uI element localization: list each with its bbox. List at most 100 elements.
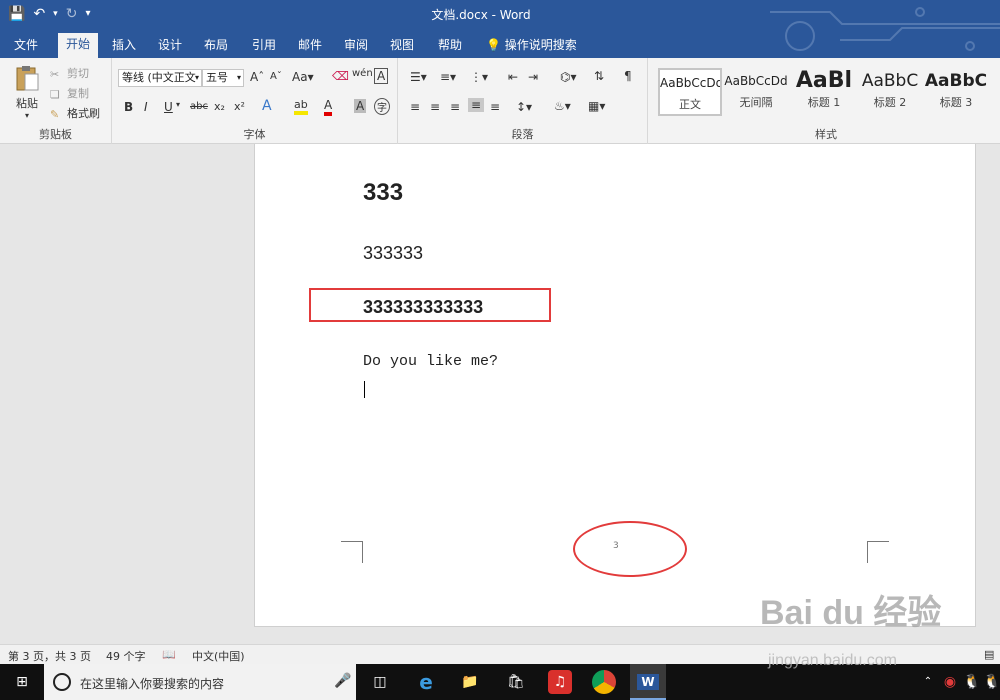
- store-icon[interactable]: 🛍: [504, 670, 528, 694]
- ribbon: 粘贴 ▾ ✂ 剪切 ❏ 复制 ✎ 格式刷 剪贴板 等线 (中文正文 ▾ 五号 ▾ Aˆ A…: [0, 58, 1000, 144]
- proofing-icon[interactable]: 📖: [162, 648, 176, 661]
- font-name-select[interactable]: 等线 (中文正文 ▾: [118, 69, 202, 87]
- tab-home[interactable]: 开始: [58, 33, 99, 58]
- chevron-down-icon: ▾: [236, 73, 241, 82]
- char-border-icon[interactable]: A: [374, 68, 389, 84]
- cut-button[interactable]: ✂ 剪切: [50, 65, 89, 81]
- style-preview: AaBl: [795, 68, 853, 93]
- circuit-decoration: [770, 7, 1000, 51]
- highlight-icon[interactable]: ab: [294, 98, 308, 115]
- strikethrough-icon[interactable]: abc: [190, 101, 208, 112]
- underline-icon[interactable]: U: [164, 100, 173, 114]
- document-heading[interactable]: 333: [363, 179, 403, 207]
- chinese-layout-icon[interactable]: ⌬▾: [560, 70, 577, 84]
- numbering-icon[interactable]: ≡▾: [440, 70, 456, 84]
- change-case-icon[interactable]: Aa▾: [292, 70, 314, 84]
- paste-button[interactable]: 粘贴 ▾: [10, 64, 44, 120]
- align-right-icon[interactable]: ≡: [450, 100, 460, 114]
- watermark-brand: Bai du 经验: [760, 594, 942, 632]
- clear-formatting-icon[interactable]: ⌫: [332, 69, 349, 83]
- tray-netease-icon[interactable]: ◉: [938, 670, 962, 694]
- windows-start-icon[interactable]: ⊞: [10, 670, 34, 694]
- page-count-status[interactable]: 第 3 页，共 3 页: [8, 648, 91, 664]
- style-preview: AaBbC: [861, 71, 919, 91]
- style-heading-3[interactable]: AaBbC 标题 3: [924, 68, 988, 116]
- chevron-down-icon: ▾: [194, 73, 199, 82]
- taskbar-search-box[interactable]: 在这里输入你要搜索的内容 🎤: [44, 664, 356, 700]
- document-area[interactable]: 333 333333 333333333333 Do you like me? …: [0, 144, 1000, 644]
- tab-help[interactable]: 帮助: [430, 34, 470, 58]
- align-center-icon[interactable]: ≡: [430, 100, 440, 114]
- tab-view[interactable]: 视图: [382, 34, 422, 58]
- increase-indent-icon[interactable]: ⇥: [528, 70, 538, 84]
- tab-review[interactable]: 审阅: [336, 34, 376, 58]
- style-heading-2[interactable]: AaBbC 标题 2: [858, 68, 922, 116]
- paste-label: 粘贴: [16, 97, 38, 110]
- tab-layout[interactable]: 布局: [196, 34, 236, 58]
- task-view-icon[interactable]: ◫: [368, 670, 392, 694]
- margin-corner-mark: [341, 541, 363, 563]
- borders-icon[interactable]: ▦▾: [588, 99, 605, 113]
- tab-file[interactable]: 文件: [6, 34, 46, 58]
- lightbulb-icon: 💡: [486, 38, 501, 52]
- enclose-char-icon[interactable]: 字: [374, 98, 390, 115]
- multilevel-list-icon[interactable]: ⋮▾: [470, 70, 488, 84]
- tab-insert[interactable]: 插入: [104, 34, 144, 58]
- grow-font-icon[interactable]: Aˆ: [250, 70, 264, 84]
- document-paragraph[interactable]: 333333: [363, 243, 423, 264]
- format-painter-label: 格式刷: [67, 107, 100, 120]
- style-normal[interactable]: AaBbCcDd 正文: [658, 68, 722, 116]
- show-marks-icon[interactable]: ¶: [624, 69, 632, 83]
- shading-icon[interactable]: ♨▾: [554, 99, 571, 113]
- font-group: 等线 (中文正文 ▾ 五号 ▾ Aˆ Aˇ Aa▾ ⌫ wén A B I U ▾ …: [112, 58, 398, 144]
- bold-icon[interactable]: B: [124, 100, 133, 114]
- style-name: 正文: [679, 98, 701, 111]
- sort-icon[interactable]: ⇅: [594, 69, 604, 83]
- subscript-icon[interactable]: x₂: [214, 100, 225, 113]
- chrome-icon[interactable]: [592, 670, 616, 694]
- tab-references[interactable]: 引用: [244, 34, 284, 58]
- tray-qq-icon-2[interactable]: 🐧: [980, 670, 1000, 694]
- bullets-icon[interactable]: ☰▾: [410, 70, 427, 84]
- read-mode-icon[interactable]: ▤: [984, 648, 994, 661]
- tell-me-search[interactable]: 💡 操作说明搜索: [486, 36, 577, 53]
- tab-mailings[interactable]: 邮件: [290, 34, 330, 58]
- document-page[interactable]: 333 333333 333333333333 Do you like me? …: [254, 144, 976, 627]
- line-spacing-icon[interactable]: ↕▾: [516, 100, 532, 114]
- text-effects-icon[interactable]: A: [262, 98, 272, 114]
- tell-me-label: 操作说明搜索: [504, 38, 577, 52]
- edge-icon[interactable]: e: [414, 670, 438, 694]
- font-color-icon[interactable]: A: [324, 98, 333, 116]
- font-size-select[interactable]: 五号 ▾: [202, 69, 244, 87]
- superscript-icon[interactable]: x²: [234, 100, 245, 113]
- file-explorer-icon[interactable]: 📁: [458, 670, 482, 694]
- microphone-icon[interactable]: 🎤: [334, 673, 351, 689]
- word-taskbar-icon[interactable]: W: [630, 664, 666, 700]
- font-group-label: 字体: [243, 128, 266, 141]
- format-painter-button[interactable]: ✎ 格式刷: [50, 105, 100, 121]
- shrink-font-icon[interactable]: Aˇ: [270, 71, 282, 82]
- char-shading-icon[interactable]: A: [354, 99, 367, 113]
- language-status[interactable]: 中文(中国): [192, 648, 245, 664]
- distributed-icon[interactable]: ≡: [490, 100, 500, 114]
- underline-dropdown-icon[interactable]: ▾: [176, 100, 180, 109]
- decrease-indent-icon[interactable]: ⇤: [508, 70, 518, 84]
- justify-icon[interactable]: ≡: [468, 98, 485, 112]
- align-left-icon[interactable]: ≡: [410, 100, 420, 114]
- document-paragraph[interactable]: 333333333333: [363, 297, 483, 318]
- style-heading-1[interactable]: AaBl 标题 1: [792, 68, 856, 116]
- paragraph-group: ☰▾ ≡▾ ⋮▾ ⇤ ⇥ ⌬▾ ⇅ ¶ ≡ ≡ ≡ ≡ ≡ ↕▾ ♨▾ ▦▾ 段…: [398, 58, 648, 144]
- phonetic-guide-icon[interactable]: wén: [352, 68, 373, 79]
- cut-label: 剪切: [67, 67, 89, 80]
- style-no-spacing[interactable]: AaBbCcDd 无间隔: [724, 68, 788, 116]
- baidu-watermark: Bai du 经验: [760, 585, 941, 634]
- document-paragraph[interactable]: Do you like me?: [363, 353, 498, 370]
- italic-icon[interactable]: I: [144, 100, 148, 114]
- copy-button[interactable]: ❏ 复制: [50, 85, 89, 101]
- word-count-status[interactable]: 49 个字: [106, 648, 146, 664]
- tab-design[interactable]: 设计: [150, 34, 190, 58]
- tray-chevron-up-icon[interactable]: ⌃: [916, 670, 940, 694]
- taskbar-search-placeholder: 在这里输入你要搜索的内容: [80, 677, 225, 691]
- netease-music-icon[interactable]: ♫: [548, 670, 572, 694]
- text-cursor: [364, 381, 365, 398]
